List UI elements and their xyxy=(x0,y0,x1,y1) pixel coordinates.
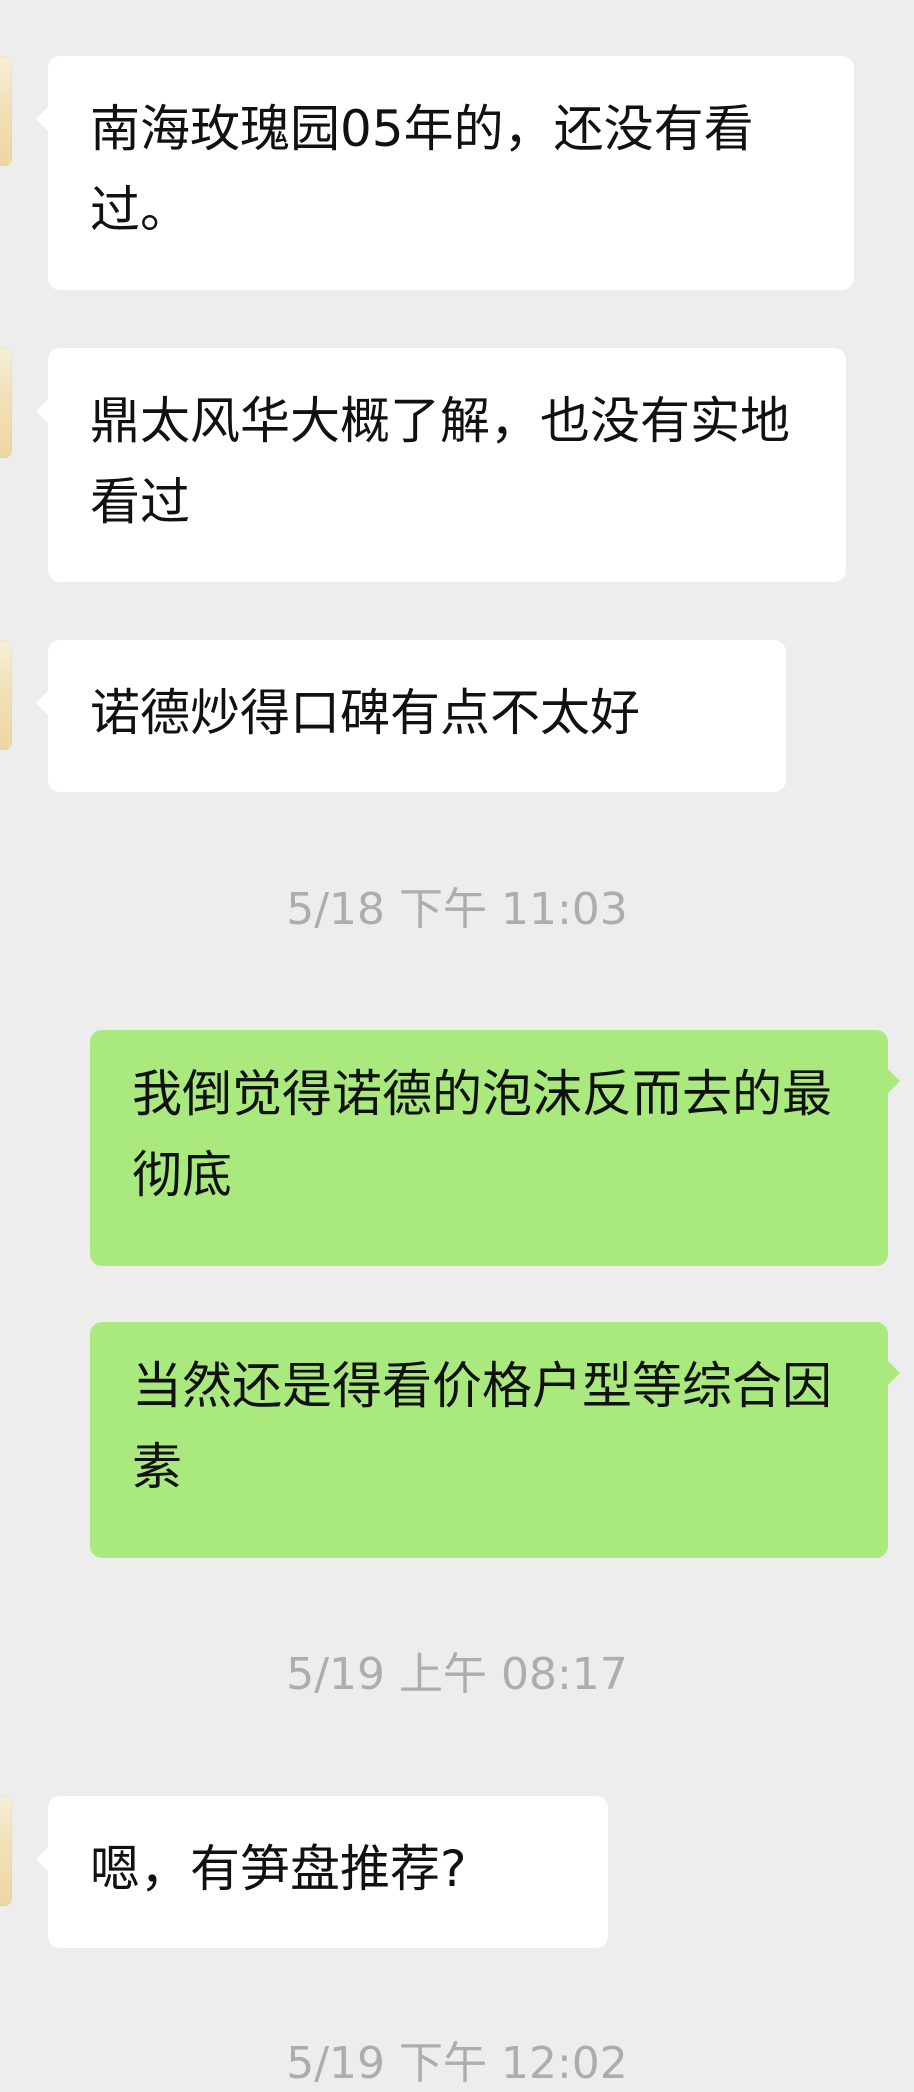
message-text: 鼎太风华大概了解，也没有实地看过 xyxy=(90,392,790,531)
message-text: 当然还是得看价格户型等综合因素 xyxy=(132,1357,832,1496)
bubble-tail xyxy=(888,1361,900,1385)
incoming-message-bubble[interactable]: 南海玫瑰园05年的，还没有看过。 xyxy=(36,56,854,290)
message-text: 嗯，有笋盘推荐? xyxy=(90,1840,467,1898)
contact-avatar[interactable] xyxy=(0,56,12,166)
message-text: 我倒觉得诺德的泡沫反而去的最彻底 xyxy=(132,1065,832,1204)
chat-thread: 南海玫瑰园05年的，还没有看过。 鼎太风华大概了解，也没有实地看过 诺德炒得口碑… xyxy=(0,0,914,2089)
message-text: 南海玫瑰园05年的，还没有看过。 xyxy=(90,100,754,239)
incoming-message-bubble[interactable]: 嗯，有笋盘推荐? xyxy=(36,1796,608,1948)
message-timestamp: 5/19 下午 12:02 xyxy=(286,2038,628,2089)
bubble-tail xyxy=(36,1847,48,1871)
incoming-message-bubble[interactable]: 诺德炒得口碑有点不太好 xyxy=(36,640,786,792)
outgoing-message-bubble[interactable]: 我倒觉得诺德的泡沫反而去的最彻底 xyxy=(90,1030,900,1266)
message-text: 诺德炒得口碑有点不太好 xyxy=(90,684,640,742)
bubble-tail xyxy=(36,691,48,715)
bubble-tail xyxy=(36,399,48,423)
message-timestamp: 5/18 下午 11:03 xyxy=(286,884,628,935)
contact-avatar[interactable] xyxy=(0,1796,12,1906)
message-timestamp: 5/19 上午 08:17 xyxy=(286,1649,628,1700)
contact-avatar[interactable] xyxy=(0,640,12,750)
outgoing-message-bubble[interactable]: 当然还是得看价格户型等综合因素 xyxy=(90,1322,900,1558)
bubble-tail xyxy=(36,107,48,131)
incoming-message-bubble[interactable]: 鼎太风华大概了解，也没有实地看过 xyxy=(36,348,846,582)
bubble-tail xyxy=(888,1069,900,1093)
contact-avatar[interactable] xyxy=(0,348,12,458)
